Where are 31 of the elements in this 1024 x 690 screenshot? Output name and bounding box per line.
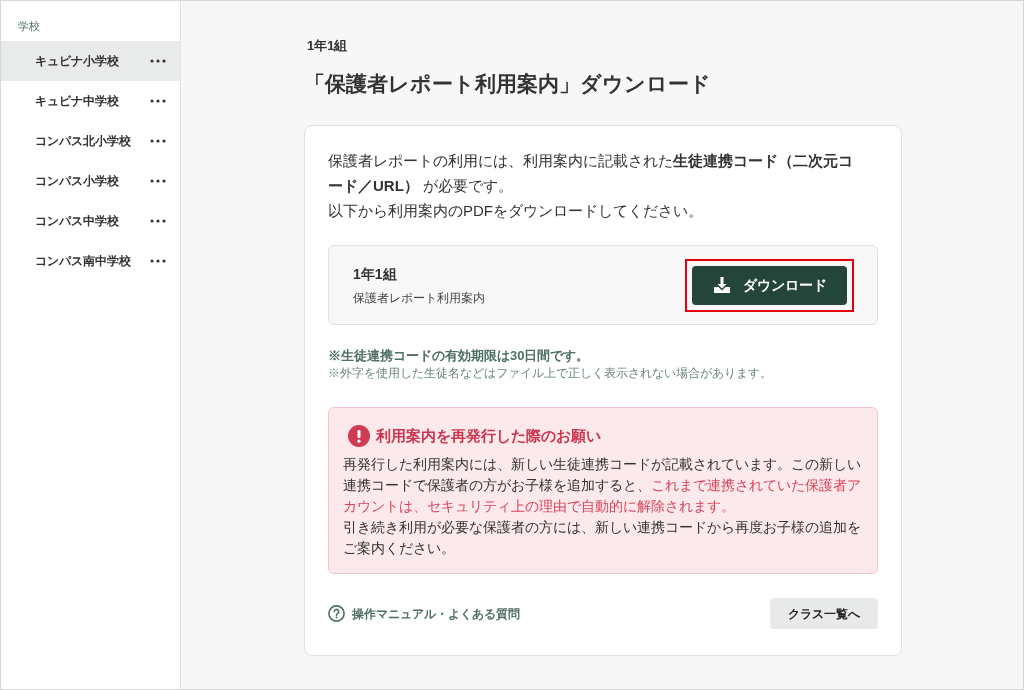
more-icon[interactable] (150, 139, 166, 143)
more-icon[interactable] (150, 219, 166, 223)
alert-text: 再発行した利用案内には、新しい生徒連携コードが記載されています。この新しい連携コードで保護者の方がお子様を追加すると、これまで連携されていた保護者アカウントは、セキュリティ上の理由で自動的に解除されます。 (343, 455, 862, 516)
more-icon[interactable] (150, 99, 166, 103)
download-icon (712, 276, 731, 294)
intro-text: 以下から利用案内のPDFをダウンロードしてください。 (328, 201, 704, 221)
school-name: コンパス南中学校 (35, 253, 131, 270)
download-subtitle: 保護者レポート利用案内 (353, 289, 485, 307)
school-name: コンパス北小学校 (35, 133, 131, 150)
download-title: 1年1組 (353, 264, 398, 284)
download-button[interactable]: ダウンロード (692, 265, 847, 305)
exclamation-icon (348, 425, 370, 447)
school-name: コンパス中学校 (35, 213, 119, 230)
school-name: コンパス小学校 (35, 173, 119, 190)
intro-text: 保護者レポートの利用には、利用案内に記載された生徒連携コード（二次元コード／URL） が必要です。 (328, 151, 854, 196)
more-icon[interactable] (150, 259, 166, 263)
alert-title: 利用案内を再発行した際のお願い (376, 426, 601, 446)
sidebar-item[interactable]: キュビナ小学校 (1, 41, 180, 81)
page-title: 「保護者レポート利用案内」ダウンロード (304, 71, 712, 97)
more-icon[interactable] (150, 179, 166, 183)
class-list-button[interactable]: クラス一覧へ (770, 598, 878, 629)
more-icon[interactable] (150, 59, 166, 63)
help-link[interactable]: 操作マニュアル・よくある質問 (328, 604, 520, 623)
sidebar-heading: 学校 (17, 19, 41, 34)
question-icon (328, 605, 345, 622)
note-text: ※生徒連携コードの有効期限は30日間です。 (328, 347, 591, 365)
school-name: キュビナ中学校 (35, 93, 119, 110)
school-name: キュビナ小学校 (35, 53, 119, 70)
class-label: 1年1組 (307, 37, 349, 55)
alert-text: 引き続き利用が必要な保護者の方には、新しい連携コードから再度お子様の追加をご案内ください。 (343, 518, 862, 558)
note-text: ※外字を使用した生徒名などはファイル上で正しく表示されない場合があります。 (328, 365, 773, 382)
